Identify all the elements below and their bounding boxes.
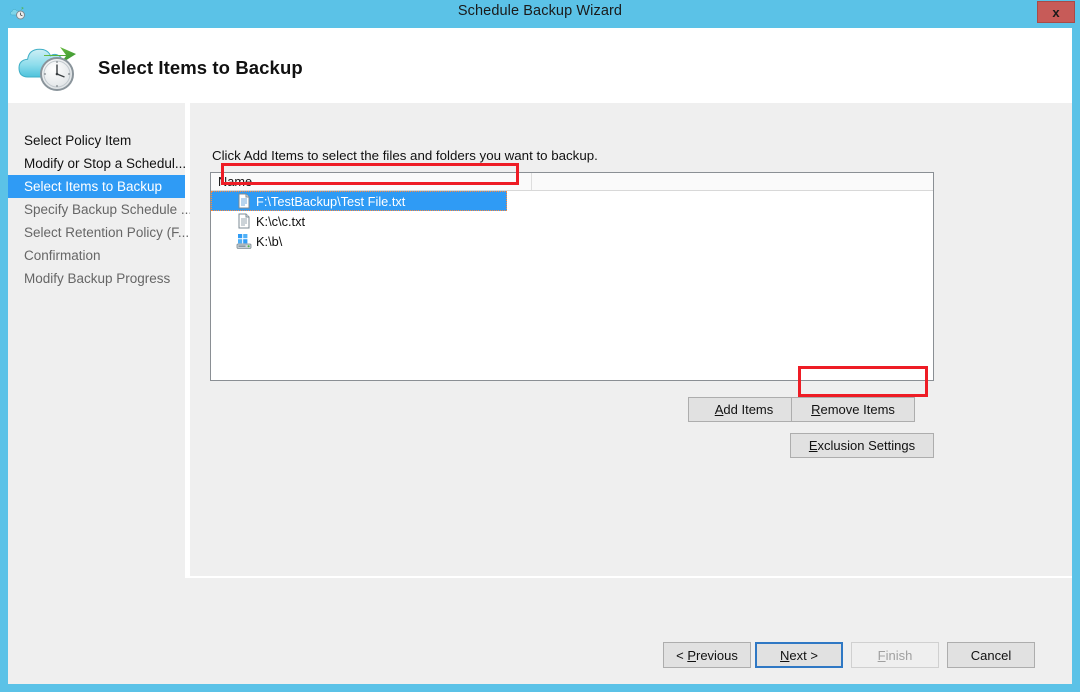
list-item-label: F:\TestBackup\Test File.txt	[256, 194, 405, 209]
sidebar-item-label: Specify Backup Schedule ...	[24, 202, 192, 217]
table-row[interactable]: F:\TestBackup\Test File.txt	[211, 191, 507, 211]
sidebar-item-label: Select Retention Policy (F...	[24, 225, 189, 240]
title-bar: Schedule Backup Wizard x	[0, 0, 1080, 24]
sidebar-item-select-items-to-backup[interactable]: Select Items to Backup	[8, 175, 185, 198]
previous-button[interactable]: < Previous	[663, 642, 751, 668]
sidebar-item-label: Select Items to Backup	[24, 179, 162, 194]
page-title: Select Items to Backup	[98, 57, 303, 79]
finish-button: Finish	[851, 642, 939, 668]
listbox-rows: F:\TestBackup\Test File.txt	[211, 191, 934, 251]
sidebar-item-select-policy-item[interactable]: Select Policy Item	[8, 129, 185, 152]
table-row[interactable]: K:\b\	[211, 231, 934, 251]
cloud-clock-backup-icon	[14, 36, 86, 96]
cancel-button[interactable]: Cancel	[947, 642, 1035, 668]
add-items-button[interactable]: Add Items	[688, 397, 800, 422]
sidebar-item-modify-or-stop-schedule[interactable]: Modify or Stop a Schedul...	[8, 152, 185, 175]
wizard-header: Select Items to Backup	[8, 28, 1072, 103]
list-item-label: K:\b\	[256, 234, 282, 249]
text-file-icon	[236, 193, 252, 209]
window-title: Schedule Backup Wizard	[0, 3, 1080, 19]
next-button[interactable]: Next >	[755, 642, 843, 668]
window-body: Select Items to Backup Select Policy Ite…	[8, 28, 1072, 684]
sidebar-item-label: Select Policy Item	[24, 133, 131, 148]
column-header-name[interactable]: Name	[211, 173, 532, 190]
listbox-header: Name	[211, 173, 934, 191]
remove-items-button[interactable]: Remove Items	[791, 397, 915, 422]
text-file-icon	[236, 213, 252, 229]
close-button[interactable]: x	[1037, 1, 1075, 23]
list-item-label: K:\c\c.txt	[256, 214, 305, 229]
sidebar-item-label: Confirmation	[24, 248, 101, 263]
exclusion-settings-button[interactable]: Exclusion Settings	[790, 433, 934, 458]
sidebar-item-select-retention-policy[interactable]: Select Retention Policy (F...	[8, 221, 185, 244]
table-row[interactable]: K:\c\c.txt	[211, 211, 934, 231]
sidebar-item-confirmation[interactable]: Confirmation	[8, 244, 185, 267]
sidebar-item-label: Modify or Stop a Schedul...	[24, 156, 186, 171]
instruction-text: Click Add Items to select the files and …	[212, 148, 598, 163]
sidebar-item-specify-backup-schedule[interactable]: Specify Backup Schedule ...	[8, 198, 185, 221]
schedule-backup-wizard-window: Schedule Backup Wizard x	[0, 0, 1080, 692]
network-drive-icon	[236, 233, 252, 249]
sidebar-item-modify-backup-progress[interactable]: Modify Backup Progress	[8, 267, 185, 290]
backup-items-listbox[interactable]: Name	[210, 172, 934, 381]
wizard-footer: < Previous Next > Finish Cancel	[8, 578, 1072, 684]
sidebar-item-label: Modify Backup Progress	[24, 271, 170, 286]
